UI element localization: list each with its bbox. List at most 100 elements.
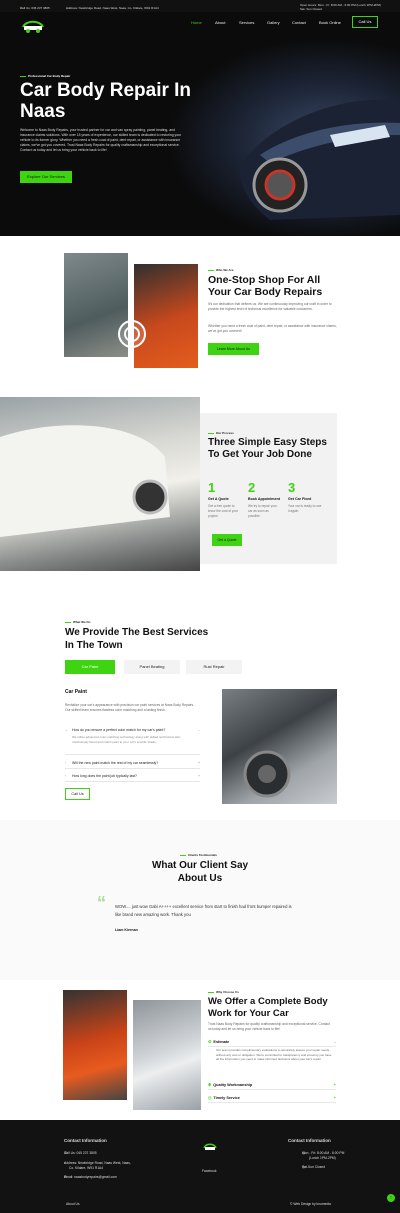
step-3-number: 3: [288, 480, 296, 495]
tab-car-paint[interactable]: Car Paint: [65, 660, 115, 674]
plus-icon: +: [333, 1096, 336, 1100]
plus-icon: +: [197, 761, 200, 765]
step-3-title: Get Car Fixed: [288, 497, 312, 501]
about-image-left: [64, 253, 128, 357]
step-1-text: Get a free quote to know the cost of you…: [208, 504, 239, 518]
footer-call[interactable]: Call Us: 045 237 3805: [64, 1151, 97, 1155]
testimonials-section: [0, 820, 400, 980]
service-title: Car Paint: [65, 689, 87, 695]
footer-lunch: (Lunch 1PM-2PM): [309, 1156, 336, 1160]
get-quote-button[interactable]: Get a Quote: [212, 534, 242, 546]
estimate-icon: ⚙: [208, 1040, 212, 1044]
why-item-timely[interactable]: ◷ Timely Service +: [208, 1093, 336, 1103]
step-1-title: Get A Quote: [208, 497, 229, 501]
footer-email[interactable]: Email: naasbodyrepairs@gmail.com: [64, 1175, 117, 1179]
nav-services[interactable]: Services: [239, 20, 254, 25]
site-footer: Contact Information ✆ Call Us: 045 237 3…: [0, 1120, 400, 1213]
why-text: Trust Naas Body Repairs for quality craf…: [208, 1022, 330, 1031]
step-2-number: 2: [248, 480, 256, 495]
faq-item-3[interactable]: › How long does the paint job typically …: [65, 771, 200, 782]
plus-icon: +: [197, 774, 200, 778]
footer-credit[interactable]: © Web Design by knumedia: [290, 1202, 331, 1206]
why-item-quality[interactable]: ✱ Quality Workmanship +: [208, 1080, 336, 1090]
footer-facebook-link[interactable]: Facebook: [202, 1169, 216, 1173]
footer-address-line-2: Co. Kildare, W91 R1A4: [69, 1166, 104, 1170]
faq-answer-1: We utilize advanced color-matching techn…: [72, 735, 181, 744]
services-title: We Provide The Best Services In The Town: [65, 627, 209, 651]
footer-logo[interactable]: [202, 1140, 218, 1154]
topbar-hours-sun: Sat- Sun Closed: [300, 7, 322, 11]
process-kicker: Our Process: [208, 431, 234, 435]
faq-question-1: How do you ensure a perfect color match …: [72, 728, 166, 732]
process-title: Three Simple Easy Steps To Get Your Job …: [208, 437, 327, 460]
hero-kicker: Professional Car Body Repair: [20, 74, 70, 78]
tab-panel-beating[interactable]: Panel Beating: [124, 660, 180, 674]
topbar-phone[interactable]: Call Us: 045 237 3805: [20, 6, 50, 10]
step-2-title: Book Appointment: [248, 497, 281, 501]
explore-services-button[interactable]: Explore Our Services: [20, 171, 72, 183]
site-logo[interactable]: [20, 15, 46, 35]
arrow-up-icon: ↑: [389, 1195, 393, 1201]
faq-item-1[interactable]: ⌄ How do you ensure a perfect color matc…: [65, 725, 200, 755]
tab-rust-repair[interactable]: Rust Repair: [186, 660, 242, 674]
wheel-illustration: [243, 750, 291, 798]
hero-title: Car Body Repair In Naas: [20, 80, 192, 122]
minus-icon: –: [198, 728, 200, 732]
testimonial-quote: WOW.... just wow Gabi A++++ excellent se…: [115, 904, 292, 917]
quote-icon: “: [97, 893, 106, 913]
why-item-2-label: Quality Workmanship: [213, 1083, 253, 1087]
call-us-button[interactable]: Call Us: [352, 16, 378, 28]
plus-icon: +: [333, 1083, 336, 1087]
topbar-address: Address: Newbridge Road, Naas West, Naas…: [66, 6, 159, 10]
logo-icon: [203, 1143, 217, 1150]
why-image-left: [63, 990, 127, 1100]
footer-about-link[interactable]: About Us: [66, 1202, 80, 1206]
hero-text: Welcome to Naas Body Repairs, your trust…: [20, 128, 182, 152]
gear-icon: [124, 326, 140, 342]
chevron-right-icon: ›: [65, 774, 67, 778]
nav-gallery[interactable]: Gallery: [267, 20, 280, 25]
footer-left-heading: Contact Information: [64, 1138, 107, 1143]
why-title: We Offer a Complete Body Work for Your C…: [208, 996, 328, 1019]
why-item-3-label: Timely Service: [213, 1096, 240, 1100]
logo-icon: [22, 20, 44, 33]
service-intro: Revitalize your car's appearance with pr…: [65, 703, 195, 712]
testimonials-title: What Our Client Say About Us: [151, 860, 249, 884]
faq-question-3: How long does the paint job typically la…: [72, 774, 137, 778]
services-call-button[interactable]: Call Us: [65, 788, 90, 800]
testimonial-author: Liam Kiernan: [115, 928, 138, 932]
footer-right-heading: Contact Information: [288, 1138, 331, 1143]
minus-icon: –: [333, 1040, 336, 1044]
white-car-illustration: [0, 425, 170, 537]
nav-home[interactable]: Home: [191, 20, 202, 25]
nav-about[interactable]: About: [215, 20, 225, 25]
about-paragraph-1: It's our dedication that defines us. We …: [208, 302, 332, 311]
step-3-text: Your car is ready to use it again.: [288, 504, 322, 513]
scroll-top-button[interactable]: ↑: [387, 1194, 395, 1202]
why-item-estimate[interactable]: ⚙ Estimate –: [208, 1037, 336, 1047]
top-info-bar: ✆ Call Us: 045 237 3805 ⌖ Address: Newbr…: [0, 0, 400, 12]
badge-icon: ✱: [208, 1083, 212, 1087]
step-1-number: 1: [208, 480, 216, 495]
process-car-image: [0, 397, 200, 571]
nav-contact[interactable]: Contact: [292, 20, 306, 25]
footer-hours: Mon - Fri: 8:00 AM - 6:00 PM: [302, 1151, 345, 1155]
footer-address-line-1: Address: Newbridge Road, Naas West, Naas…: [64, 1161, 131, 1165]
hero-car-illustration: [239, 99, 400, 220]
why-item-1-label: Estimate: [213, 1040, 230, 1044]
nav-book-online[interactable]: Book Online: [319, 20, 341, 25]
faq-item-2[interactable]: › Will the new paint match the rest of m…: [65, 758, 200, 769]
why-item-1-text: Our team provides complimentary evaluati…: [216, 1048, 332, 1062]
why-kicker: Why Choose Us: [208, 990, 239, 994]
learn-more-button[interactable]: Learn More About Us: [208, 343, 259, 355]
faq-question-2: Will the new paint match the rest of my …: [72, 761, 159, 765]
about-title: One-Stop Shop For All Your Car Body Repa…: [208, 274, 323, 298]
testimonials-kicker: Clients Testimonials: [180, 853, 217, 857]
chevron-right-icon: ›: [65, 761, 67, 765]
footer-closed: Sat-Sun Closed: [302, 1165, 326, 1169]
service-image: [222, 689, 337, 804]
play-badge[interactable]: [118, 320, 146, 348]
services-kicker: What We Do: [65, 620, 90, 624]
why-image-right: [133, 1000, 201, 1110]
about-image-right: [134, 264, 198, 368]
